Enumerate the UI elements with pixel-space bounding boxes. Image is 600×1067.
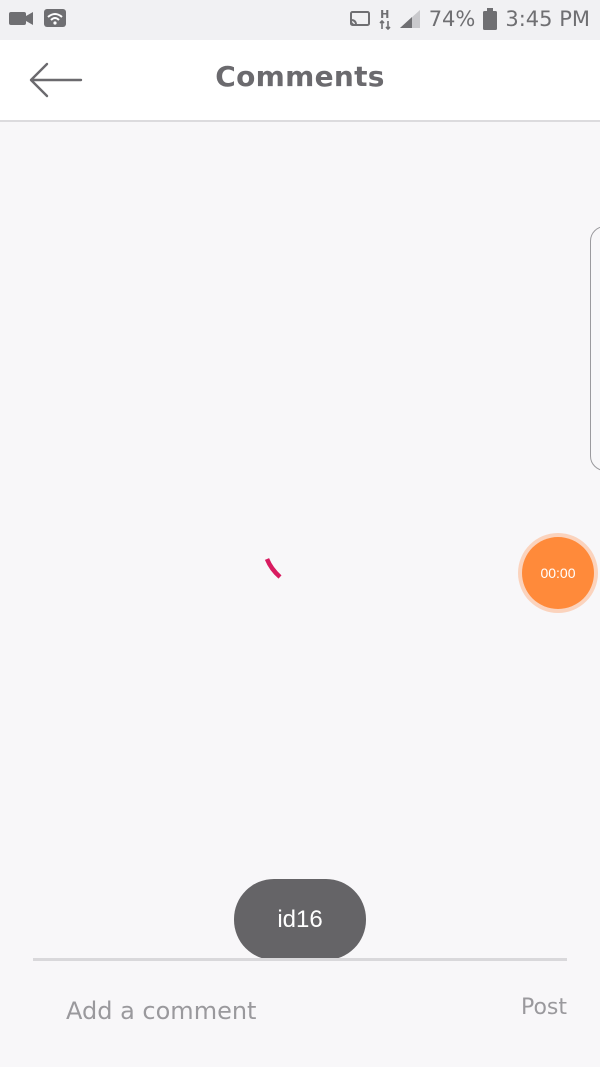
side-drawer-handle[interactable] — [590, 226, 600, 471]
comment-composer: Post — [0, 961, 600, 1067]
status-bar: H 74% 3:45 PM — [0, 0, 600, 40]
loading-spinner — [260, 555, 290, 585]
video-camera-icon — [8, 8, 34, 28]
clock: 3:45 PM — [505, 7, 590, 31]
data-arrows-icon: H — [379, 9, 391, 30]
comment-input[interactable] — [66, 993, 426, 1029]
comments-list — [0, 124, 600, 959]
post-button[interactable]: Post — [521, 995, 567, 1020]
wifi-icon — [44, 8, 66, 28]
timer-label: 00:00 — [540, 565, 576, 581]
battery-icon — [483, 8, 498, 30]
app-bar: Comments — [0, 40, 600, 122]
battery-percent: 74% — [428, 7, 476, 31]
cast-icon — [349, 9, 371, 29]
network-type-label: H — [380, 7, 390, 21]
recording-timer-button[interactable]: 00:00 — [522, 537, 594, 609]
page-title: Comments — [215, 60, 385, 93]
toast-text: id16 — [277, 905, 323, 933]
toast-message: id16 — [234, 879, 366, 960]
signal-icon — [399, 9, 421, 29]
